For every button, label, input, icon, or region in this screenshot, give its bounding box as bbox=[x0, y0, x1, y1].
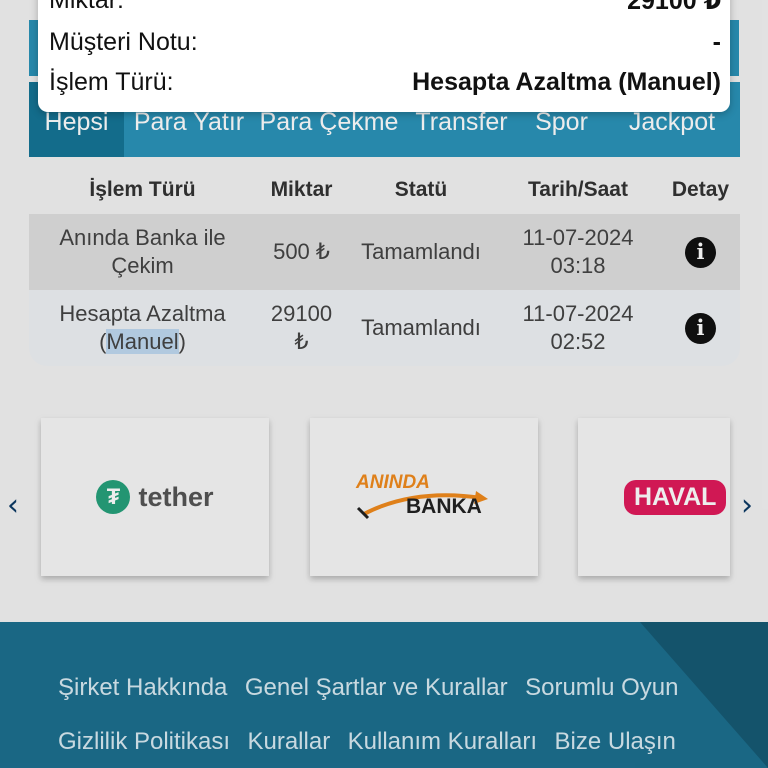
transaction-detail-popup: Miktar: 29100 ₺ Müşteri Notu: - İşlem Tü… bbox=[38, 0, 730, 112]
detail-row-amount: Miktar: 29100 ₺ bbox=[49, 0, 721, 16]
detail-label: Müşteri Notu: bbox=[49, 28, 198, 56]
detail-row-customer-note: Müşteri Notu: - bbox=[49, 28, 721, 57]
detail-value: Hesapta Azaltma (Manuel) bbox=[412, 68, 721, 96]
modal-backdrop[interactable] bbox=[0, 0, 768, 768]
detail-value: - bbox=[712, 28, 721, 56]
detail-label: İşlem Türü: bbox=[49, 68, 174, 96]
detail-value: 29100 ₺ bbox=[627, 0, 721, 15]
detail-row-transaction-type: İşlem Türü: Hesapta Azaltma (Manuel) bbox=[49, 68, 721, 97]
detail-label: Miktar: bbox=[49, 0, 124, 14]
